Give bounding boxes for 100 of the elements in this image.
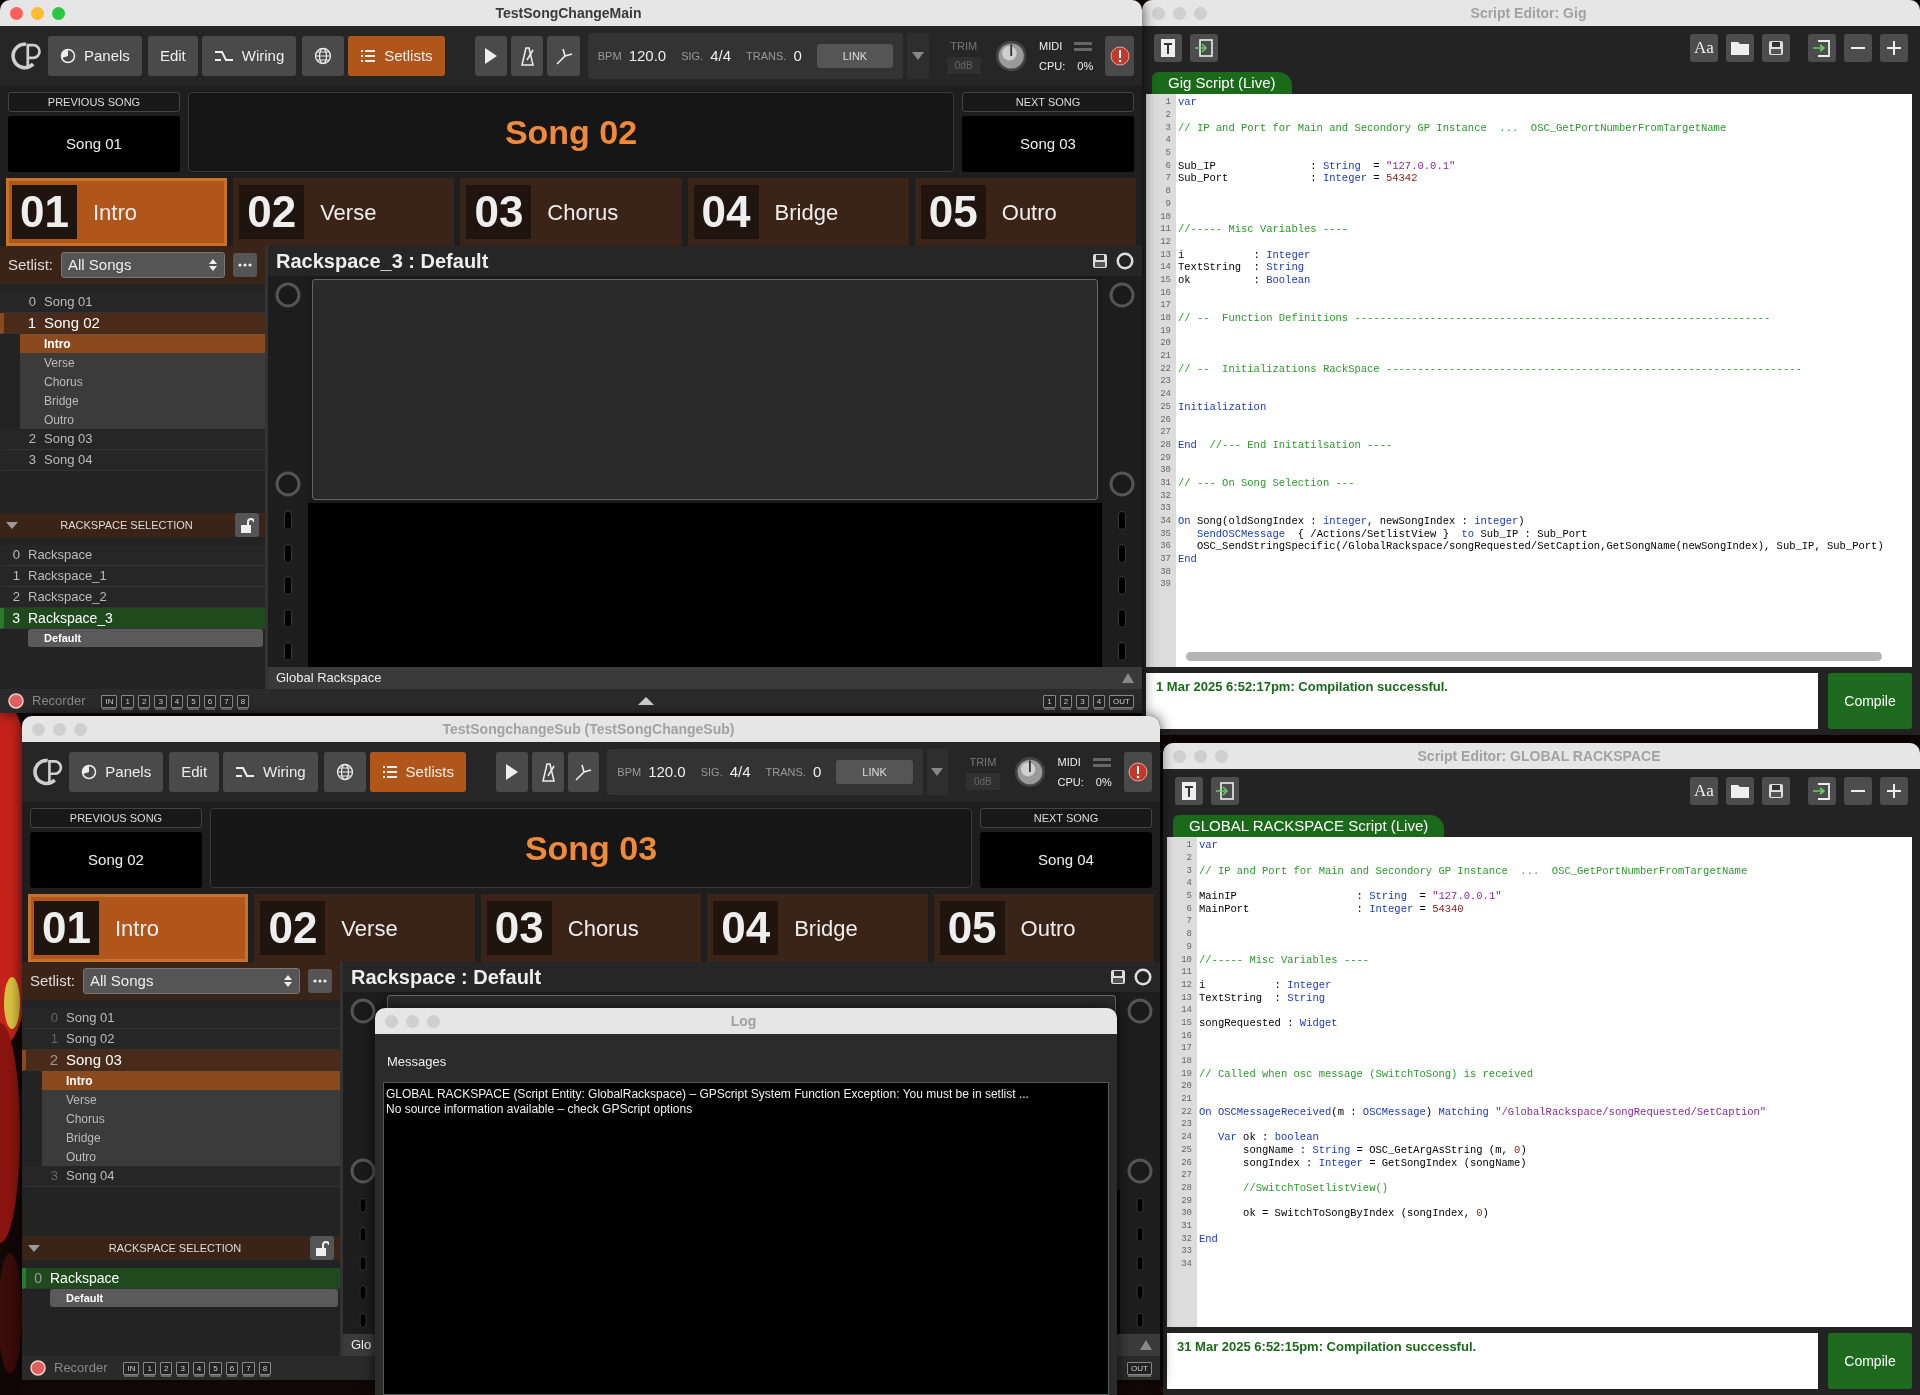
collapse-icon[interactable] [28,1244,40,1252]
play-button[interactable] [474,36,507,76]
output-button[interactable]: 1 [1043,694,1056,708]
lock-button[interactable] [235,513,259,537]
next-song-button[interactable]: Song 04 [980,832,1152,888]
save-icon[interactable] [1092,253,1108,269]
record-icon[interactable] [8,693,24,709]
part-item[interactable]: Bridge [20,391,265,410]
song-part-button[interactable]: 02 Verse [254,894,475,962]
part-item[interactable]: Outro [20,410,265,429]
part-item[interactable]: Intro [42,1071,340,1090]
panels-button[interactable]: Panels [69,752,164,792]
script-tab[interactable]: Gig Script (Live) [1152,72,1292,94]
global-rackspace-label[interactable]: Glo [351,1335,372,1355]
input-button[interactable]: 6 [225,1361,239,1375]
dropdown-button[interactable] [907,33,929,79]
part-item[interactable]: Bridge [42,1128,340,1147]
song-part-button[interactable]: 01 Intro [6,178,228,246]
song-part-button[interactable]: 02 Verse [233,178,455,246]
output-button[interactable]: 4 [1092,694,1106,708]
collapse-icon[interactable] [6,521,18,529]
knob-icon[interactable] [994,38,1027,74]
wiring-button[interactable]: Wiring [223,752,318,792]
dropdown-button[interactable] [926,749,948,795]
export-button[interactable] [1808,777,1836,805]
input-button[interactable]: 7 [220,694,233,708]
compile-button[interactable]: Compile [1828,1333,1912,1389]
rackspace-item[interactable]: 3 Rackspace_3 [0,608,265,629]
compile-button[interactable]: Compile [1828,673,1912,729]
zoom-in-button[interactable] [1880,777,1908,805]
script-tab[interactable]: GLOBAL RACKSPACE Script (Live) [1173,815,1445,837]
link-button[interactable]: LINK [816,43,894,69]
input-button[interactable]: 2 [137,694,151,708]
output-button[interactable]: OUT [1109,694,1134,708]
input-button[interactable]: IN [123,1361,140,1375]
song-item[interactable]: 1 Song 02 [0,313,265,334]
globe-button[interactable] [323,752,366,792]
open-button[interactable] [1726,34,1754,62]
export-button[interactable] [1808,34,1836,62]
input-button[interactable]: 1 [121,694,134,708]
variation-item[interactable]: Default [50,1289,338,1307]
import-button[interactable] [1211,777,1239,805]
panels-button[interactable]: Panels [48,36,142,76]
save-button[interactable] [1762,34,1790,62]
input-button[interactable]: 8 [236,694,250,708]
global-rackspace-label[interactable]: Global Rackspace [276,668,382,688]
song-part-button[interactable]: 04 Bridge [707,894,928,962]
input-button[interactable]: IN [101,694,118,708]
knob-icon[interactable] [1013,754,1046,790]
part-item[interactable]: Chorus [42,1109,340,1128]
play-button[interactable] [495,752,528,792]
lock-button[interactable] [310,1236,334,1260]
input-button[interactable]: 5 [187,694,200,708]
song-part-button[interactable]: 05 Outro [914,178,1136,246]
setlist-dropdown[interactable]: All Songs [61,251,225,279]
metronome-button[interactable] [531,752,564,792]
input-button[interactable]: 4 [170,694,184,708]
expand-icon[interactable] [638,697,655,705]
edit-button[interactable]: Edit [169,752,220,792]
input-button[interactable]: 7 [242,1361,255,1375]
song-part-button[interactable]: 03 Chorus [460,178,682,246]
part-item[interactable]: Verse [20,353,265,372]
up-arrow-icon[interactable] [1122,673,1134,683]
output-button[interactable]: OUT [1127,1361,1152,1375]
setlists-button[interactable]: Setlists [348,36,445,76]
save-icon[interactable] [1110,969,1126,985]
zoom-out-button[interactable] [1844,34,1872,62]
part-item[interactable]: Intro [20,334,265,353]
link-button[interactable]: LINK [836,759,913,785]
input-button[interactable]: 2 [159,1361,173,1375]
input-button[interactable]: 6 [203,694,217,708]
next-song-button[interactable]: Song 03 [962,116,1134,172]
alert-button[interactable] [1123,752,1152,792]
output-button[interactable]: 2 [1059,694,1073,708]
setlist-dropdown[interactable]: All Songs [83,967,300,995]
variation-item[interactable]: Default [28,629,263,647]
part-item[interactable]: Outro [42,1147,340,1166]
part-item[interactable]: Chorus [20,372,265,391]
song-part-button[interactable]: 01 Intro [28,894,249,962]
song-item[interactable]: 2 Song 03 [22,1050,340,1071]
input-button[interactable]: 3 [154,694,167,708]
open-button[interactable] [1726,777,1754,805]
more-button[interactable] [233,253,257,277]
zoom-out-button[interactable] [1844,777,1872,805]
document-button[interactable] [1175,777,1203,805]
previous-song-button[interactable]: Song 02 [30,832,202,888]
rackspace-item[interactable]: 0 Rackspace [22,1268,340,1289]
previous-song-button[interactable]: Song 01 [8,116,180,172]
input-button[interactable]: 8 [258,1361,272,1375]
setlists-button[interactable]: Setlists [369,752,466,792]
power-knob-icon[interactable] [1116,252,1134,270]
save-button[interactable] [1762,777,1790,805]
edit-button[interactable]: Edit [147,36,198,76]
more-button[interactable] [308,969,332,993]
record-icon[interactable] [30,1360,46,1376]
input-button[interactable]: 1 [143,1361,156,1375]
input-button[interactable]: 4 [192,1361,206,1375]
power-knob-icon[interactable] [1134,968,1152,986]
tuner-button[interactable] [567,752,600,792]
scrollbar[interactable] [1186,652,1882,661]
